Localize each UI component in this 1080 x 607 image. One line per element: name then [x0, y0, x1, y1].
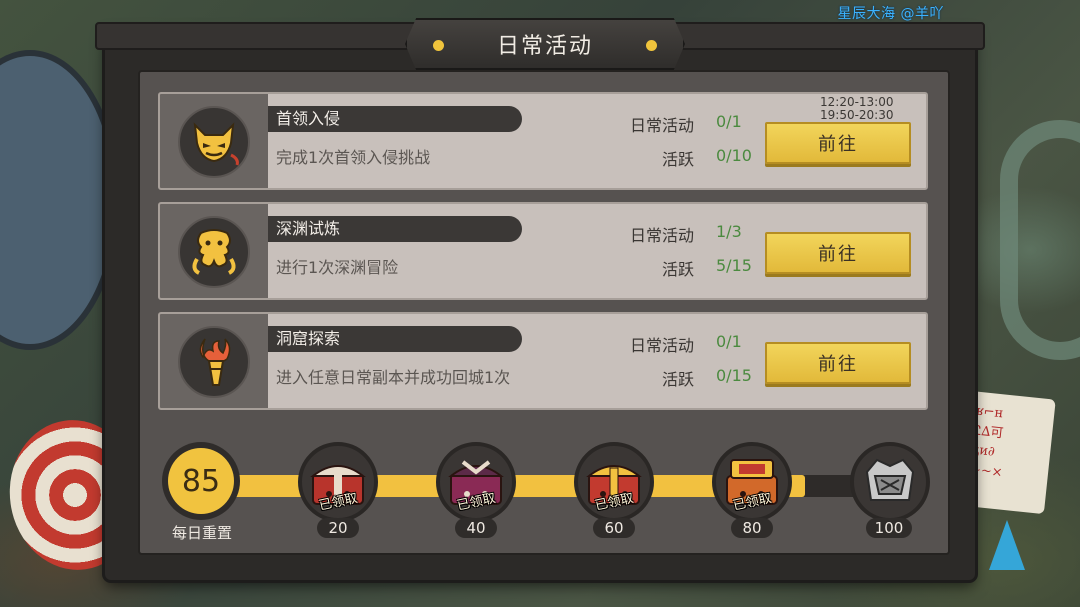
active-value: 0/10 [716, 146, 752, 165]
title-dot-left [433, 40, 444, 51]
go-button[interactable]: 前往 [765, 342, 911, 384]
active-label: 活跃 [661, 150, 694, 169]
daily-activity-label: 日常活动 [629, 226, 694, 245]
daily-activity-label: 日常活动 [629, 116, 694, 135]
active-label: 活跃 [661, 370, 694, 389]
task-row-boss-invasion: 首领入侵 完成1次首领入侵挑战 日常活动 0/1 活跃 0/10 12:20-1… [158, 92, 928, 190]
task-name: 深渊试炼 [268, 216, 522, 242]
milestone-value-40: 40 [455, 518, 497, 538]
tentacle-monster-icon [178, 216, 250, 288]
demon-face-icon [178, 106, 250, 178]
panel-title-plate: 日常活动 [405, 18, 685, 70]
daily-activity-label: 日常活动 [629, 336, 694, 355]
title-dot-right [646, 40, 657, 51]
milestone-value-20: 20 [317, 518, 359, 538]
milestone-chest-20[interactable]: 已领取 [298, 442, 378, 522]
task-row-cave-exploration: 洞窟探索 进入任意日常副本并成功回城1次 日常活动 0/1 活跃 0/15 前往 [158, 312, 928, 410]
daily-activity-value: 0/1 [716, 112, 742, 131]
torch-icon [178, 326, 250, 398]
task-description: 完成1次首领入侵挑战 [276, 148, 431, 167]
go-button[interactable]: 前往 [765, 232, 911, 274]
blue-crystal [989, 520, 1025, 570]
task-name: 洞窟探索 [268, 326, 522, 352]
milestone-value-100: 100 [866, 518, 912, 538]
daily-activity-value: 0/1 [716, 332, 742, 351]
task-description: 进入任意日常副本并成功回城1次 [276, 368, 511, 387]
panel-title: 日常活动 [496, 34, 593, 59]
activity-progress: 85 每日重置 已领取 20 已领取 40 已领取 60 已领取 80 100 [150, 426, 940, 548]
task-row-abyss-trial: 深渊试炼 进行1次深渊冒险 日常活动 1/3 活跃 5/15 前往 [158, 202, 928, 300]
activity-score-badge: 85 [162, 442, 240, 520]
milestone-chest-100[interactable] [850, 442, 930, 522]
watermark: 星辰大海 @羊吖 [837, 6, 944, 22]
active-value: 0/15 [716, 366, 752, 385]
silver-chest-icon [865, 458, 915, 501]
background-arch [1000, 120, 1080, 360]
background-dome [0, 50, 120, 350]
go-button[interactable]: 前往 [765, 122, 911, 164]
milestone-value-60: 60 [593, 518, 635, 538]
active-label: 活跃 [661, 260, 694, 279]
activity-score: 85 [168, 448, 234, 514]
daily-reset-label: 每日重置 [171, 524, 232, 542]
milestone-chest-80[interactable]: 已领取 [712, 442, 792, 522]
milestone-chest-60[interactable]: 已领取 [574, 442, 654, 522]
open-time: 12:20-13:00 19:50-20:30 [820, 96, 894, 122]
task-description: 进行1次深渊冒险 [276, 258, 399, 277]
milestone-value-80: 80 [731, 518, 773, 538]
milestone-chest-40[interactable]: 已领取 [436, 442, 516, 522]
open-time-2: 19:50-20:30 [820, 108, 894, 122]
active-value: 5/15 [716, 256, 752, 275]
daily-activity-value: 1/3 [716, 222, 742, 241]
task-name: 首领入侵 [268, 106, 522, 132]
